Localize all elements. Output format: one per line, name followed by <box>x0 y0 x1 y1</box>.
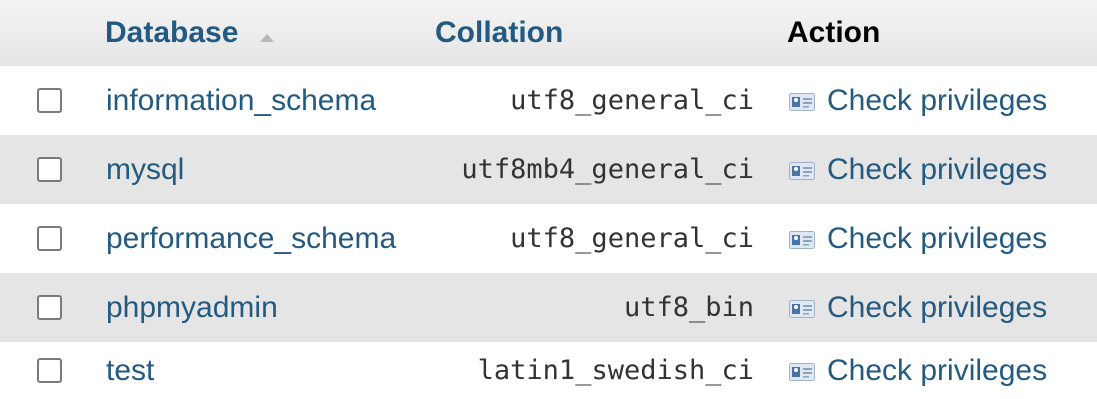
row-checkbox[interactable] <box>37 358 62 383</box>
table-row: phpmyadmin utf8_bin Check privileges <box>0 273 1097 342</box>
database-name-cell: mysql <box>95 135 427 204</box>
databases-table: Database Collation Action information_sc… <box>0 0 1097 399</box>
row-checkbox-cell <box>0 342 95 399</box>
row-checkbox[interactable] <box>37 295 62 320</box>
row-checkbox-cell <box>0 135 95 204</box>
check-privileges-link[interactable]: Check privileges <box>789 222 1047 256</box>
table-row: mysql utf8mb4_general_ci Check privilege… <box>0 135 1097 204</box>
header-action: Action <box>787 16 881 49</box>
row-checkbox-cell <box>0 204 95 273</box>
database-name-cell: information_schema <box>95 66 427 135</box>
check-privileges-label: Check privileges <box>827 221 1048 255</box>
header-checkbox-cell <box>0 0 95 66</box>
database-name-cell: performance_schema <box>95 204 427 273</box>
collation-cell: utf8_bin <box>623 292 754 323</box>
database-name-cell: phpmyadmin <box>95 273 427 342</box>
check-privileges-label: Check privileges <box>827 83 1048 117</box>
check-privileges-label: Check privileges <box>827 290 1048 324</box>
row-checkbox[interactable] <box>37 88 62 113</box>
header-database-label: Database <box>105 16 239 49</box>
sort-ascending-icon[interactable] <box>260 34 275 43</box>
collation-cell: utf8mb4_general_ci <box>461 154 754 185</box>
database-name-cell: test <box>95 342 427 399</box>
check-privileges-label: Check privileges <box>827 152 1048 186</box>
privileges-icon <box>789 230 815 249</box>
row-checkbox[interactable] <box>37 226 62 251</box>
sort-by-collation-link[interactable]: Collation <box>435 16 563 49</box>
collation-cell: latin1_swedish_ci <box>477 355 754 386</box>
database-link[interactable]: test <box>106 354 154 387</box>
collation-cell: utf8_general_ci <box>510 85 754 116</box>
check-privileges-link[interactable]: Check privileges <box>789 153 1047 187</box>
check-privileges-link[interactable]: Check privileges <box>789 84 1047 118</box>
header-collation: Collation <box>427 0 774 66</box>
check-privileges-link[interactable]: Check privileges <box>789 354 1047 388</box>
sort-by-database-link[interactable]: Database <box>105 16 238 49</box>
database-link[interactable]: information_schema <box>106 84 376 117</box>
privileges-icon <box>789 299 815 318</box>
database-link[interactable]: phpmyadmin <box>106 291 278 324</box>
table-row: performance_schema utf8_general_ci Check… <box>0 204 1097 273</box>
check-privileges-link[interactable]: Check privileges <box>789 291 1047 325</box>
table-row: test latin1_swedish_ci Check privileges <box>0 342 1097 399</box>
action-cell: Check privileges <box>774 273 1097 342</box>
action-cell: Check privileges <box>774 66 1097 135</box>
action-cell: Check privileges <box>774 204 1097 273</box>
row-checkbox-cell <box>0 66 95 135</box>
database-link[interactable]: mysql <box>106 153 184 186</box>
header-database: Database <box>95 0 427 66</box>
database-link[interactable]: performance_schema <box>106 222 396 255</box>
row-checkbox-cell <box>0 273 95 342</box>
action-cell: Check privileges <box>774 135 1097 204</box>
privileges-icon <box>789 92 815 111</box>
action-cell: Check privileges <box>774 342 1097 399</box>
check-privileges-label: Check privileges <box>827 353 1048 387</box>
table-row: information_schema utf8_general_ci Check… <box>0 66 1097 135</box>
row-checkbox[interactable] <box>37 157 62 182</box>
collation-cell: utf8_general_ci <box>510 223 754 254</box>
privileges-icon <box>789 161 815 180</box>
table-header-row: Database Collation Action <box>0 0 1097 66</box>
privileges-icon <box>789 362 815 381</box>
